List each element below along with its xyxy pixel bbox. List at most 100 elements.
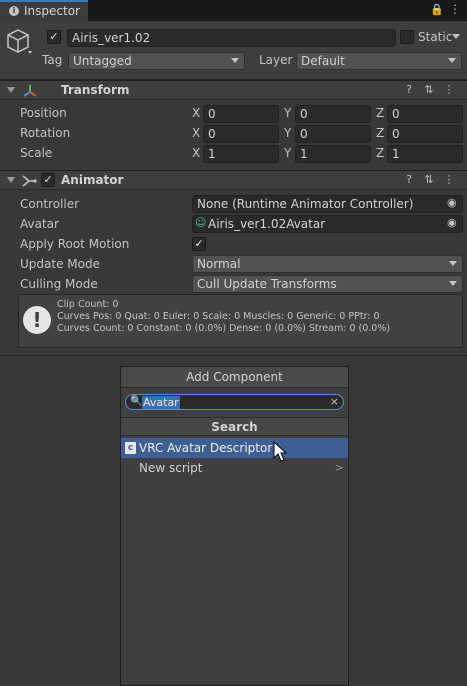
static-label: Static [418, 30, 453, 44]
tab-inspector[interactable]: i Inspector [0, 0, 88, 21]
object-name-field[interactable]: Airis_ver1.02 [67, 29, 396, 47]
scale-label: Scale [20, 146, 53, 160]
layer-value: Default [301, 54, 345, 68]
avatar-label: Avatar [20, 217, 59, 231]
position-x-field[interactable]: 0 [203, 105, 279, 123]
foldout-arrow-icon[interactable] [7, 177, 15, 183]
active-checkbox[interactable]: ✓ [47, 30, 61, 44]
more-options-icon[interactable]: ⋮ [439, 173, 459, 186]
layer-dropdown[interactable]: Default [296, 52, 462, 70]
add-component-popup: Add Component 🔍 Avatar × Search c VRC Av… [120, 366, 349, 686]
axis-z-label: Z [376, 126, 385, 140]
apply-root-motion-label: Apply Root Motion [20, 237, 130, 251]
culling-mode-label: Culling Mode [20, 277, 98, 291]
transform-title: Transform [61, 83, 130, 97]
gameobject-cube-icon[interactable] [6, 27, 34, 57]
controller-value: None (Runtime Animator Controller) [197, 197, 414, 211]
axis-x-label: X [192, 106, 201, 120]
scale-y-field[interactable]: 1 [295, 145, 371, 163]
culling-mode-dropdown[interactable]: Cull Update Transforms [192, 275, 463, 293]
axis-y-label: Y [284, 106, 292, 120]
mouse-cursor-icon [273, 441, 287, 462]
list-item-label: New script [139, 461, 203, 475]
update-mode-label: Update Mode [20, 257, 100, 271]
axis-z-label: Z [376, 106, 385, 120]
foldout-arrow-icon[interactable] [7, 87, 15, 93]
avatar-value: Airis_ver1.02Avatar [208, 217, 326, 231]
info-icon: i [9, 6, 19, 16]
animator-enabled-checkbox[interactable]: ✓ [41, 173, 55, 187]
list-item-vrc-avatar-descriptor[interactable]: c VRC Avatar Descriptor [121, 438, 348, 458]
lock-icon[interactable]: 🔒 [430, 3, 444, 16]
info-line: Curves Pos: 0 Quat: 0 Euler: 0 Scale: 0 … [57, 311, 380, 322]
rotation-x-value: 0 [208, 127, 216, 141]
rotation-z-value: 0 [392, 127, 400, 141]
rotation-y-value: 0 [300, 127, 308, 141]
scale-z-value: 1 [392, 147, 400, 161]
layer-label: Layer [259, 53, 293, 67]
info-exclamation-icon: ! [23, 306, 51, 334]
controller-field[interactable]: None (Runtime Animator Controller) [192, 195, 463, 213]
update-mode-dropdown[interactable]: Normal [192, 255, 463, 273]
controller-label: Controller [20, 197, 80, 211]
preset-icon[interactable]: ⇅ [419, 173, 439, 186]
position-y-field[interactable]: 0 [295, 105, 371, 123]
animator-title: Animator [61, 173, 124, 187]
divider [0, 355, 467, 356]
chevron-down-icon [231, 58, 239, 63]
object-picker-icon[interactable]: ◉ [447, 196, 457, 209]
rotation-z-field[interactable]: 0 [387, 125, 463, 143]
position-label: Position [20, 106, 67, 120]
chevron-down-icon [448, 58, 456, 63]
tag-label: Tag [42, 53, 63, 67]
position-x-value: 0 [208, 107, 216, 121]
search-icon: 🔍 [130, 396, 143, 407]
static-dropdown-icon[interactable] [452, 34, 460, 39]
transform-axes-icon [23, 85, 37, 97]
position-z-field[interactable]: 0 [387, 105, 463, 123]
more-options-icon[interactable]: ⋮ [449, 2, 461, 16]
axis-x-label: X [192, 146, 201, 160]
position-y-value: 0 [300, 107, 308, 121]
scale-z-field[interactable]: 1 [387, 145, 463, 163]
more-options-icon[interactable]: ⋮ [439, 83, 459, 96]
static-checkbox[interactable] [400, 30, 414, 44]
scale-x-field[interactable]: 1 [203, 145, 279, 163]
culling-mode-value: Cull Update Transforms [197, 277, 337, 291]
preset-icon[interactable]: ⇅ [419, 83, 439, 96]
tag-dropdown[interactable]: Untagged [68, 52, 245, 70]
scale-x-value: 1 [208, 147, 216, 161]
object-name-value: Airis_ver1.02 [72, 31, 151, 45]
rotation-label: Rotation [20, 126, 71, 140]
list-item-label: VRC Avatar Descriptor [139, 441, 273, 455]
component-search-input[interactable]: 🔍 Avatar × [125, 394, 344, 410]
help-icon[interactable]: ? [399, 83, 419, 96]
help-icon[interactable]: ? [399, 173, 419, 186]
avatar-field[interactable]: Airis_ver1.02Avatar [192, 215, 463, 233]
info-line: Clip Count: 0 [57, 299, 119, 310]
script-component-icon: c [125, 442, 136, 454]
transform-header[interactable]: Transform ? ⇅ ⋮ [0, 80, 467, 100]
rotation-x-field[interactable]: 0 [203, 125, 279, 143]
clear-icon[interactable]: × [330, 395, 339, 408]
chevron-right-icon: > [334, 461, 344, 474]
chevron-down-icon [449, 281, 457, 286]
add-component-button[interactable]: Add Component [121, 367, 348, 388]
animator-info-box: ! Clip Count: 0 Curves Pos: 0 Quat: 0 Eul… [18, 294, 463, 348]
animator-icon [22, 175, 37, 187]
animator-header[interactable]: ✓ Animator ? ⇅ ⋮ [0, 170, 467, 190]
info-line: Curves Count: 0 Constant: 0 (0.0%) Dense… [57, 323, 391, 334]
chevron-down-icon [449, 261, 457, 266]
avatar-figure-icon: ☺ [195, 216, 207, 229]
scale-y-value: 1 [300, 147, 308, 161]
rotation-y-field[interactable]: 0 [295, 125, 371, 143]
update-mode-value: Normal [197, 257, 241, 271]
position-z-value: 0 [392, 107, 400, 121]
axis-y-label: Y [284, 126, 292, 140]
axis-y-label: Y [284, 146, 292, 160]
object-picker-icon[interactable]: ◉ [447, 216, 457, 229]
tag-value: Untagged [73, 54, 132, 68]
apply-root-motion-checkbox[interactable]: ✓ [192, 237, 206, 251]
list-item-new-script[interactable]: New script > [121, 458, 348, 478]
axis-x-label: X [192, 126, 201, 140]
